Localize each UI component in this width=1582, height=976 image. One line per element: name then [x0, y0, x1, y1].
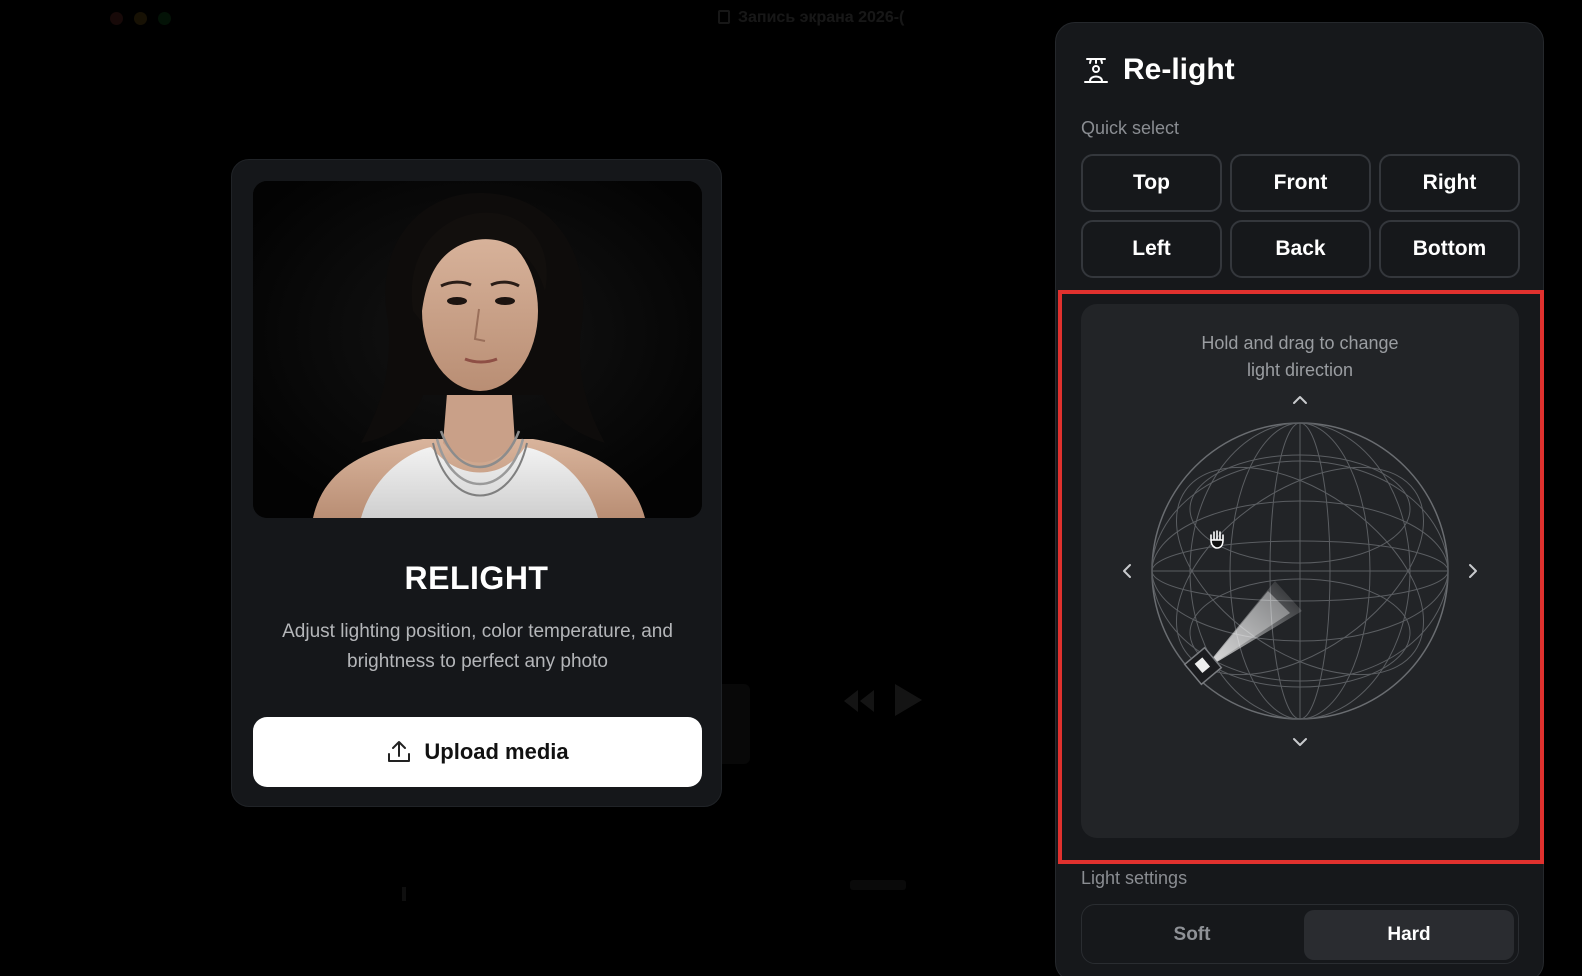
- relight-icon: [1084, 58, 1108, 83]
- panel-header: Re-light: [1081, 53, 1235, 87]
- light-mode-soft[interactable]: Soft: [1087, 910, 1297, 960]
- quick-select-label: Quick select: [1081, 118, 1180, 138]
- light-settings-label: Light settings: [1081, 868, 1188, 888]
- upload-media-button[interactable]: Upload media: [253, 717, 702, 787]
- quick-select-right-button[interactable]: Right: [1379, 154, 1520, 212]
- chevron-left-icon[interactable]: [1119, 560, 1135, 582]
- chevron-down-icon[interactable]: [1289, 734, 1311, 750]
- light-direction-sphere[interactable]: [1150, 421, 1450, 721]
- quick-select-grid: Top Front Right Left Back Bottom: [1081, 154, 1520, 278]
- chevron-up-icon[interactable]: [1289, 392, 1311, 408]
- light-direction-control: Hold and drag to change light direction: [1081, 304, 1519, 838]
- panel-title: Re-light: [1123, 53, 1235, 86]
- play-icon: [895, 684, 922, 716]
- direction-hint-line: light direction: [1246, 360, 1354, 380]
- relight-feature-card: RELIGHT Adjust lighting position, color …: [231, 159, 722, 807]
- card-description: Adjust lighting position, color temperat…: [282, 621, 673, 672]
- light-mode-toggle: Soft Hard: [1081, 904, 1519, 964]
- quick-select-left-button[interactable]: Left: [1081, 220, 1222, 278]
- upload-icon: [388, 741, 411, 762]
- quick-select-bottom-button[interactable]: Bottom: [1379, 220, 1520, 278]
- rewind-icon: [844, 690, 874, 712]
- screen: Запись экрана 2026-(RELIGHT Adjust ligh…: [0, 0, 1582, 976]
- grab-hand-icon: [1210, 530, 1224, 549]
- chevron-right-icon[interactable]: [1465, 560, 1481, 582]
- quick-select-back-button[interactable]: Back: [1230, 220, 1371, 278]
- quick-select-top-button[interactable]: Top: [1081, 154, 1222, 212]
- window-traffic-lights: [110, 12, 171, 25]
- direction-hint-line: Hold and drag to change: [1201, 333, 1399, 353]
- document-icon: [718, 10, 730, 24]
- light-mode-hard[interactable]: Hard: [1304, 910, 1514, 960]
- window-title: Запись экрана 2026-(: [718, 9, 904, 27]
- card-title: RELIGHT: [404, 560, 549, 596]
- background-mark: [850, 880, 906, 890]
- relight-panel: Re-light Quick select Top Front Right Le…: [1055, 22, 1544, 976]
- background-mark: [402, 887, 406, 901]
- quick-select-front-button[interactable]: Front: [1230, 154, 1371, 212]
- direction-hint: Hold and drag to change light direction: [1081, 330, 1519, 384]
- upload-media-label: Upload media: [424, 739, 569, 764]
- portrait-photo: [253, 181, 702, 518]
